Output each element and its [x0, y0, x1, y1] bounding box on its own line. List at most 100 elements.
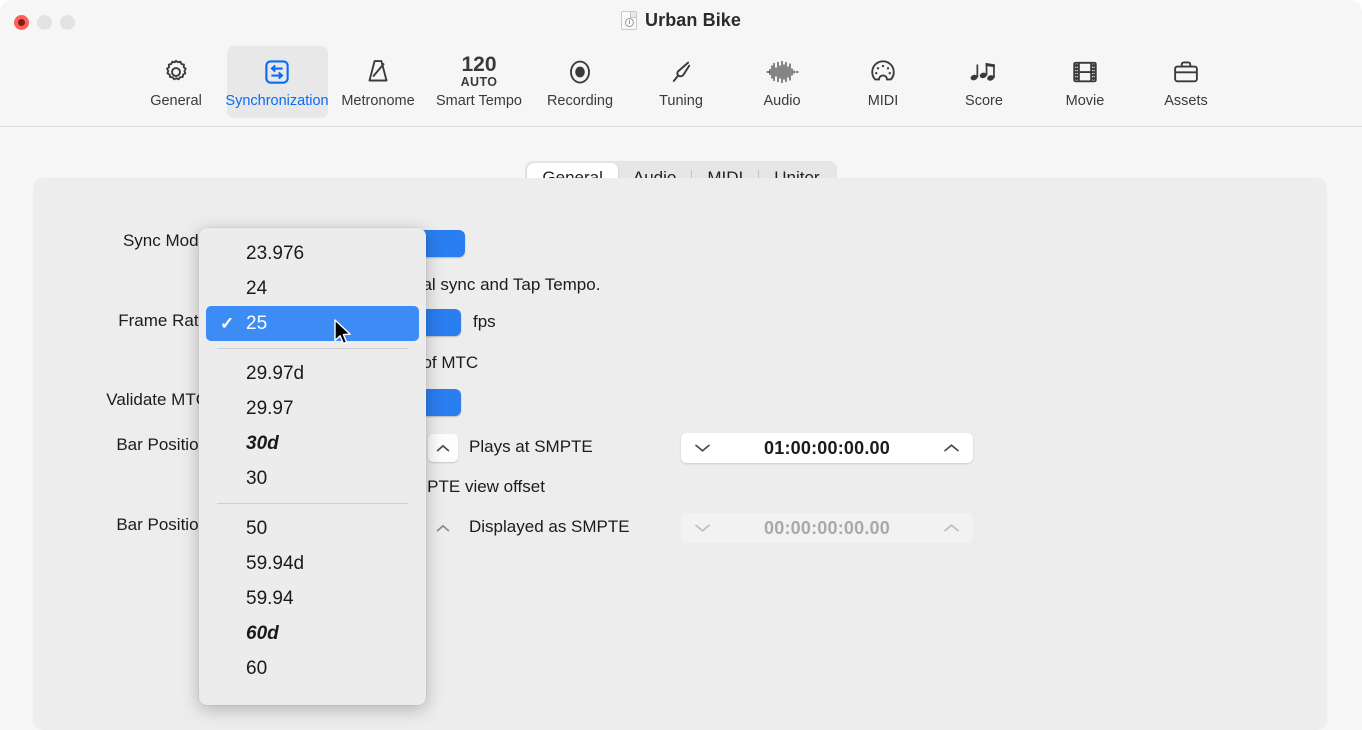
chevron-up-icon[interactable] [943, 522, 960, 535]
frame-rate-dropdown-menu[interactable]: 23.976 24 ✓ 25 29.97d 29.97 30d 30 50 59… [199, 228, 426, 705]
menu-item-59-94[interactable]: 59.94 [206, 581, 419, 616]
plays-at-smpte-label: Plays at SMPTE [469, 437, 593, 457]
menu-item-label: 59.94d [246, 553, 304, 575]
toolbar-item-audio[interactable]: Audio [732, 46, 833, 118]
tempo-value: 120 [461, 55, 496, 75]
chevron-up-icon[interactable] [943, 442, 960, 455]
menu-item-30d[interactable]: 30d [206, 426, 419, 461]
toolbar-label-score: Score [965, 93, 1003, 109]
bar-position-label-2: Bar Position [116, 515, 208, 535]
menu-item-29-97[interactable]: 29.97 [206, 391, 419, 426]
toolbar-label-general: General [150, 93, 202, 109]
sync-arrows-icon [262, 55, 292, 89]
menu-item-label: 59.94 [246, 588, 294, 610]
menu-item-label: 50 [246, 518, 267, 540]
toolbar-item-movie[interactable]: Movie [1035, 46, 1136, 118]
menu-item-label: 60 [246, 658, 267, 680]
tempo-auto-label: AUTO [461, 76, 498, 89]
sync-mode-row: Sync Mode [33, 231, 208, 251]
briefcase-icon [1171, 55, 1201, 89]
toolbar-item-score[interactable]: Score [934, 46, 1035, 118]
record-dot-icon [565, 55, 595, 89]
toolbar-label-midi: MIDI [868, 93, 899, 109]
displayed-as-smpte-label-row: Displayed as SMPTE [469, 517, 630, 537]
plays-at-smpte-field[interactable]: 01:00:00:00.00 [681, 433, 973, 463]
window-title: Urban Bike [645, 10, 741, 31]
frame-rate-unit: fps [473, 312, 496, 332]
metronome-icon [363, 55, 393, 89]
window-title-group: Urban Bike [0, 10, 1362, 31]
window-titlebar: Urban Bike [0, 0, 1362, 46]
toolbar-label-synchronization: Synchronization [225, 93, 328, 109]
sync-mode-description-row: nal sync and Tap Tempo. [413, 275, 600, 295]
plays-at-smpte-label-row: Plays at SMPTE [469, 437, 593, 457]
menu-item-25[interactable]: ✓ 25 [206, 306, 419, 341]
validate-mtc-row: Validate MTC [33, 390, 208, 410]
preferences-toolbar: General Synchronization Metronome [0, 42, 1362, 127]
toolbar-label-recording: Recording [547, 93, 613, 109]
menu-item-60[interactable]: 60 [206, 651, 419, 686]
toolbar-item-recording[interactable]: Recording [530, 46, 631, 118]
menu-item-label: 60d [246, 623, 279, 645]
menu-item-label: 30d [246, 433, 279, 455]
toolbar-item-assets[interactable]: Assets [1136, 46, 1237, 118]
displayed-as-smpte-label: Displayed as SMPTE [469, 517, 630, 537]
toolbar-item-general[interactable]: General [126, 46, 227, 118]
waveform-icon [765, 55, 799, 89]
toolbar-item-tuning[interactable]: Tuning [631, 46, 732, 118]
film-strip-icon [1070, 55, 1100, 89]
bar-position-row-2: Bar Position [33, 515, 208, 535]
toolbar-label-movie: Movie [1066, 93, 1105, 109]
frame-rate-unit-row: fps [473, 312, 496, 332]
smpte-view-offset-row: MPTE view offset [413, 477, 545, 497]
menu-item-label: 25 [246, 313, 267, 335]
checkmark-icon: ✓ [220, 314, 234, 334]
toolbar-item-synchronization[interactable]: Synchronization [227, 46, 328, 118]
chevron-up-icon [436, 524, 450, 533]
toolbar-item-smart-tempo[interactable]: 120 AUTO Smart Tempo [429, 46, 530, 118]
toolbar-label-smart-tempo: Smart Tempo [436, 93, 522, 109]
frame-rate-label: Frame Rate [118, 311, 208, 331]
menu-item-60d[interactable]: 60d [206, 616, 419, 651]
chevron-down-icon[interactable] [694, 442, 711, 455]
music-notes-icon [968, 55, 1000, 89]
menu-item-29-97d[interactable]: 29.97d [206, 356, 419, 391]
toolbar-label-tuning: Tuning [659, 93, 703, 109]
preferences-window: Urban Bike General Synchronization [0, 0, 1362, 730]
frame-rate-row: Frame Rate [33, 311, 208, 331]
mouse-cursor [334, 319, 354, 347]
toolbar-label-assets: Assets [1164, 93, 1208, 109]
midi-port-icon [868, 55, 898, 89]
menu-item-label: 24 [246, 278, 267, 300]
sync-mode-description: nal sync and Tap Tempo. [413, 275, 600, 295]
menu-item-24[interactable]: 24 [206, 271, 419, 306]
toolbar-item-midi[interactable]: MIDI [833, 46, 934, 118]
document-icon [621, 11, 637, 30]
bar-position-stepper-2[interactable] [428, 514, 458, 542]
bar-position-row-1: Bar Position [33, 435, 208, 455]
chevron-up-icon [436, 444, 450, 453]
smpte-view-offset-label: MPTE view offset [413, 477, 545, 497]
plays-at-smpte-value[interactable]: 01:00:00:00.00 [711, 438, 943, 459]
toolbar-label-metronome: Metronome [341, 93, 414, 109]
menu-separator [217, 503, 408, 504]
menu-item-label: 23.976 [246, 243, 304, 265]
tempo-120-auto-icon: 120 AUTO [461, 55, 498, 89]
chevron-down-icon[interactable] [694, 522, 711, 535]
bar-position-label-1: Bar Position [116, 435, 208, 455]
sync-mode-label: Sync Mode [123, 231, 208, 251]
menu-item-30[interactable]: 30 [206, 461, 419, 496]
gear-icon [161, 55, 191, 89]
menu-item-label: 29.97 [246, 398, 294, 420]
validate-mtc-label: Validate MTC [106, 390, 208, 410]
toolbar-label-audio: Audio [763, 93, 800, 109]
bar-position-stepper-1[interactable] [428, 434, 458, 462]
displayed-as-smpte-value[interactable]: 00:00:00:00.00 [711, 518, 943, 539]
menu-item-label: 30 [246, 468, 267, 490]
menu-separator [217, 348, 408, 349]
menu-item-59-94d[interactable]: 59.94d [206, 546, 419, 581]
displayed-as-smpte-field[interactable]: 00:00:00:00.00 [681, 513, 973, 543]
menu-item-23-976[interactable]: 23.976 [206, 236, 419, 271]
toolbar-item-metronome[interactable]: Metronome [328, 46, 429, 118]
menu-item-50[interactable]: 50 [206, 511, 419, 546]
